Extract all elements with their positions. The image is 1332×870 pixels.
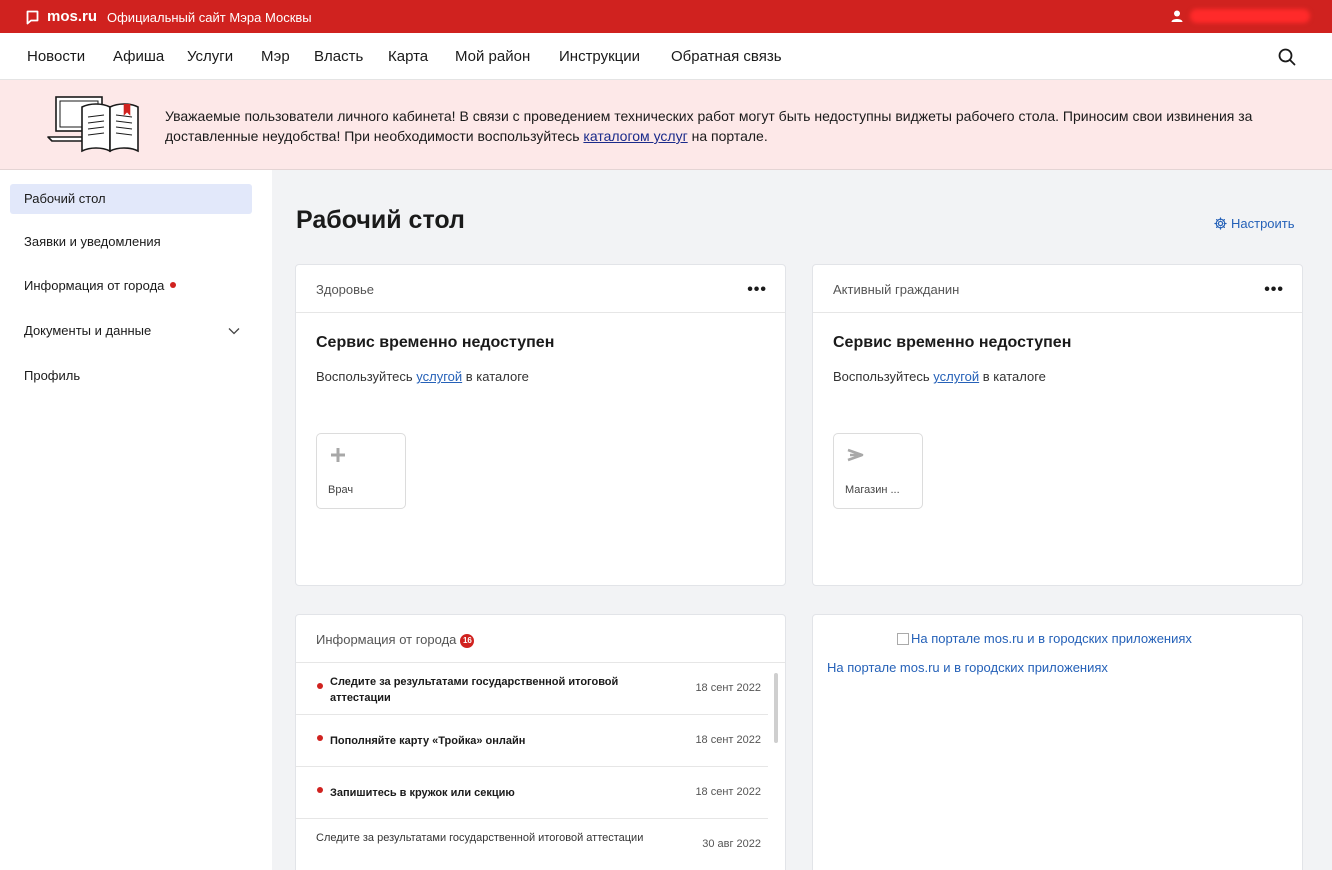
service-link[interactable]: услугой	[933, 369, 979, 384]
sidebar-item-city-info[interactable]: Информация от города	[10, 271, 252, 301]
widget-header: Здоровье •••	[296, 265, 785, 313]
news-title: Следите за результатами государственной …	[330, 676, 619, 704]
news-date: 18 сент 2022	[695, 786, 761, 798]
promo-link[interactable]: На портале mos.ru и в городских приложен…	[827, 660, 1108, 675]
news-title: Запишитесь в кружок или секцию	[330, 787, 515, 799]
service-link[interactable]: услугой	[416, 369, 462, 384]
shop-tile[interactable]: Магазин ...	[833, 433, 923, 509]
widget-title: Активный гражданин	[833, 282, 960, 297]
service-unavailable-text: Воспользуйтесь услугой в каталоге	[833, 369, 1046, 384]
unread-dot	[317, 735, 323, 741]
page-title: Рабочий стол	[296, 206, 465, 234]
nav-item-feedback[interactable]: Обратная связь	[671, 48, 782, 65]
news-date: 30 авг 2022	[702, 838, 761, 850]
more-options-icon[interactable]: •••	[747, 281, 767, 299]
promo-image-broken[interactable]: На портале mos.ru и в городских приложен…	[897, 631, 1192, 646]
configure-label: Настроить	[1231, 216, 1295, 231]
site-title[interactable]: Официальный сайт Мэра Москвы	[107, 10, 312, 25]
sub-text-before: Воспользуйтесь	[316, 369, 417, 384]
sub-text-after: в каталоге	[979, 369, 1046, 384]
news-title: Пополняйте карту «Тройка» онлайн	[330, 735, 526, 747]
top-bar: mos.ru Официальный сайт Мэра Москвы	[0, 0, 1332, 33]
sub-text-before: Воспользуйтесь	[833, 369, 934, 384]
doctor-tile[interactable]: Врач	[316, 433, 406, 509]
nav-item-afisha[interactable]: Афиша	[113, 48, 164, 65]
sidebar-item-label: Информация от города	[24, 278, 165, 293]
gear-icon	[1214, 217, 1227, 230]
sub-text-after: в каталоге	[462, 369, 529, 384]
unread-dot	[170, 282, 177, 288]
broken-image-icon	[897, 632, 909, 645]
active-citizen-widget: Активный гражданин ••• Сервис временно н…	[812, 264, 1303, 586]
nav-item-my-district[interactable]: Мой район	[455, 48, 530, 65]
news-list: Следите за результатами государственной …	[296, 663, 768, 870]
more-options-icon[interactable]: •••	[1264, 281, 1284, 299]
tile-label: Врач	[328, 484, 354, 496]
nav-item-government[interactable]: Власть	[314, 48, 363, 65]
promo-widget: На портале mos.ru и в городских приложен…	[812, 614, 1303, 870]
widget-header: Информация от города 16	[296, 615, 785, 663]
sidebar-item-label: Профиль	[24, 368, 81, 383]
chevron-down-icon	[228, 328, 240, 335]
news-item[interactable]: Следите за результатами государственной …	[296, 663, 768, 715]
unread-count-badge: 16	[460, 634, 475, 648]
alert-text: Уважаемые пользователи личного кабинета!…	[165, 106, 1305, 146]
laptop-book-illustration-icon	[47, 96, 139, 153]
nav-item-map[interactable]: Карта	[388, 48, 428, 65]
news-item[interactable]: Пополняйте карту «Тройка» онлайн 18 сент…	[296, 715, 768, 767]
nav-item-services[interactable]: Услуги	[187, 48, 233, 65]
promo-image-alt-text: На портале mos.ru и в городских приложен…	[911, 631, 1192, 646]
nav-item-instructions[interactable]: Инструкции	[559, 48, 640, 65]
service-unavailable-text: Воспользуйтесь услугой в каталоге	[316, 369, 529, 384]
sidebar: Рабочий стол Заявки и уведомления Информ…	[0, 170, 272, 870]
main-nav: Новости Афиша Услуги Мэр Власть Карта Мо…	[0, 33, 1332, 80]
widget-title: Информация от города 16	[316, 632, 475, 648]
nav-item-mayor[interactable]: Мэр	[261, 48, 290, 65]
active-citizen-logo-icon	[847, 448, 864, 462]
nav-item-news[interactable]: Новости	[27, 48, 85, 65]
maintenance-alert: Уважаемые пользователи личного кабинета!…	[0, 80, 1332, 170]
sidebar-item-desktop[interactable]: Рабочий стол	[10, 184, 252, 214]
widget-title: Здоровье	[316, 282, 375, 297]
alert-text-after: на портале.	[687, 128, 768, 144]
sidebar-item-profile[interactable]: Профиль	[10, 361, 252, 391]
tile-label: Магазин ...	[845, 484, 900, 496]
site-logo[interactable]: mos.ru	[47, 8, 97, 25]
services-catalog-link[interactable]: каталогом услуг	[583, 128, 687, 144]
news-scrollbar[interactable]	[774, 673, 778, 743]
mos-logo-icon	[26, 10, 39, 25]
health-widget: Здоровье ••• Сервис временно недоступен …	[295, 264, 786, 586]
widget-header: Активный гражданин •••	[813, 265, 1302, 313]
sidebar-item-requests[interactable]: Заявки и уведомления	[10, 227, 252, 257]
sidebar-item-label: Рабочий стол	[24, 191, 106, 206]
configure-button[interactable]: Настроить	[1214, 216, 1295, 231]
news-title: Следите за результатами государственной …	[316, 832, 644, 844]
news-item[interactable]: Следите за результатами государственной …	[296, 819, 768, 870]
user-icon[interactable]	[1171, 10, 1183, 22]
widget-title-text: Информация от города	[316, 632, 457, 647]
search-icon[interactable]	[1278, 48, 1296, 66]
service-unavailable-heading: Сервис временно недоступен	[316, 334, 555, 351]
unread-dot	[317, 787, 323, 793]
service-unavailable-heading: Сервис временно недоступен	[833, 334, 1072, 351]
sidebar-item-documents[interactable]: Документы и данные	[10, 316, 252, 346]
news-item[interactable]: Запишитесь в кружок или секцию 18 сент 2…	[296, 767, 768, 819]
city-info-widget: Информация от города 16 Следите за резуль…	[295, 614, 786, 870]
sidebar-item-label: Документы и данные	[24, 323, 152, 338]
news-date: 18 сент 2022	[695, 734, 761, 746]
sidebar-item-label: Заявки и уведомления	[24, 234, 161, 249]
main-content: Рабочий стол Настроить Здоровье ••• Серв…	[272, 170, 1332, 870]
unread-dot	[317, 683, 323, 689]
news-date: 18 сент 2022	[695, 682, 761, 694]
user-name-redacted[interactable]	[1190, 9, 1310, 23]
plus-icon	[331, 448, 345, 462]
